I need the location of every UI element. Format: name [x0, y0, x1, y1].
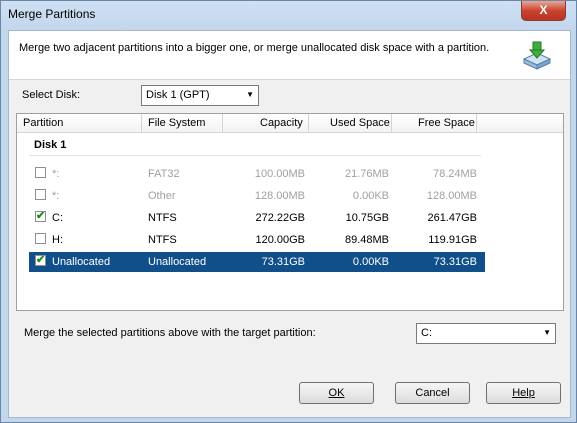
free-space: 261.47GB — [427, 212, 477, 224]
partition-name: C: — [52, 212, 63, 224]
used-space: 0.00KB — [352, 190, 389, 202]
capacity: 73.31GB — [261, 256, 305, 268]
used-space: 0.00KB — [352, 256, 389, 268]
file-system: Unallocated — [148, 256, 207, 268]
row-checkbox[interactable] — [35, 253, 46, 266]
capacity: 272.22GB — [255, 212, 305, 224]
free-space: 78.24MB — [432, 168, 477, 180]
help-button[interactable]: Help — [486, 382, 561, 404]
col-partition[interactable]: Partition — [23, 117, 63, 129]
table-row[interactable]: C: NTFS 272.22GB 10.75GB 261.47GB — [29, 208, 485, 228]
col-used-space[interactable]: Used Space — [330, 117, 390, 129]
col-file-system[interactable]: File System — [148, 117, 205, 129]
partition-table[interactable]: Partition File System Capacity Used Spac… — [16, 113, 564, 311]
partition-name: Unallocated — [52, 256, 111, 268]
free-space: 119.91GB — [428, 234, 477, 246]
free-space: 73.31GB — [433, 256, 477, 268]
partition-name: H: — [52, 234, 63, 246]
cancel-button[interactable]: Cancel — [395, 382, 470, 404]
chevron-down-icon: ▼ — [543, 328, 551, 337]
partition-name: *: — [52, 190, 60, 202]
row-checkbox[interactable] — [35, 233, 46, 244]
close-button[interactable]: X — [521, 1, 566, 21]
header-panel: Merge two adjacent partitions into a big… — [9, 31, 570, 80]
file-system: NTFS — [148, 212, 177, 224]
header-description: Merge two adjacent partitions into a big… — [19, 42, 490, 54]
col-capacity[interactable]: Capacity — [260, 117, 303, 129]
ok-button-label: OK — [328, 387, 345, 399]
capacity: 120.00GB — [255, 234, 305, 246]
dialog-body: Merge two adjacent partitions into a big… — [8, 30, 571, 418]
table-row[interactable]: *: FAT32 100.00MB 21.76MB 78.24MB — [29, 164, 485, 184]
chevron-down-icon: ▼ — [246, 90, 254, 99]
target-partition-select[interactable]: C: ▼ — [416, 323, 556, 344]
target-partition-value: C: — [421, 327, 432, 339]
cancel-button-label: Cancel — [415, 387, 450, 399]
group-divider — [29, 155, 481, 156]
merge-disk-icon — [522, 41, 552, 70]
table-row[interactable]: H: NTFS 120.00GB 89.48MB 119.91GB — [29, 230, 485, 250]
select-disk-label: Select Disk: — [22, 89, 81, 101]
ok-button[interactable]: OK — [299, 382, 374, 404]
row-checkbox[interactable] — [35, 167, 46, 178]
table-header: Partition File System Capacity Used Spac… — [17, 114, 563, 133]
table-row-selected[interactable]: Unallocated Unallocated 73.31GB 0.00KB 7… — [29, 252, 485, 272]
window-title: Merge Partitions — [8, 7, 96, 21]
free-space: 128.00MB — [426, 190, 477, 202]
partition-name: *: — [52, 168, 60, 180]
disk-select-value: Disk 1 (GPT) — [146, 89, 210, 101]
target-partition-label: Merge the selected partitions above with… — [24, 327, 316, 339]
merge-partitions-dialog: Merge Partitions X Merge two adjacent pa… — [0, 0, 577, 423]
capacity: 100.00MB — [254, 168, 305, 180]
title-bar[interactable]: Merge Partitions X — [1, 1, 576, 29]
disk-group-label: Disk 1 — [34, 139, 67, 151]
disk-select[interactable]: Disk 1 (GPT) ▼ — [141, 85, 259, 106]
file-system: NTFS — [148, 234, 177, 246]
row-checkbox[interactable] — [35, 189, 46, 200]
used-space: 10.75GB — [345, 212, 389, 224]
file-system: Other — [148, 190, 176, 202]
col-free-space[interactable]: Free Space — [418, 117, 475, 129]
used-space: 89.48MB — [344, 234, 389, 246]
help-button-label: Help — [512, 387, 535, 399]
used-space: 21.76MB — [344, 168, 389, 180]
capacity: 128.00MB — [254, 190, 305, 202]
table-row[interactable]: *: Other 128.00MB 0.00KB 128.00MB — [29, 186, 485, 206]
file-system: FAT32 — [148, 168, 180, 180]
row-checkbox[interactable] — [35, 209, 46, 222]
